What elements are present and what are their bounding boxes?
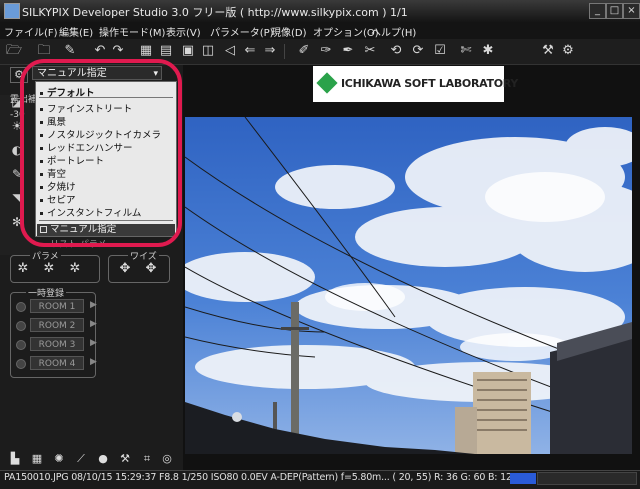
rotate-left-icon[interactable]: ⟲ bbox=[388, 43, 404, 59]
play-icon[interactable]: ▶ bbox=[90, 357, 97, 367]
app-icon bbox=[4, 3, 20, 19]
bottom-toolbar: ▙ ▦ ✺ ⟋ ● ⚒ ⌗ ◎ bbox=[0, 448, 183, 470]
view-strip-icon[interactable]: ▤ bbox=[158, 43, 174, 59]
brush-icon[interactable]: ✒ bbox=[340, 43, 356, 59]
menu-develop[interactable]: 現像(D) bbox=[271, 24, 307, 39]
room-button[interactable]: ROOM 2 bbox=[30, 318, 84, 332]
play-icon[interactable]: ▶ bbox=[90, 338, 97, 348]
folder-list-icon[interactable]: 🗀 bbox=[36, 43, 52, 59]
menu-params[interactable]: パラメータ(P) bbox=[210, 24, 274, 39]
wb-dropper-icon[interactable]: ✑ bbox=[318, 43, 334, 59]
prev-icon[interactable]: ◁ bbox=[222, 43, 238, 59]
dropper-icon[interactable]: ✐ bbox=[296, 43, 312, 59]
view-single-icon[interactable]: ▣ bbox=[180, 43, 196, 59]
toolbar-divider bbox=[284, 44, 285, 59]
param-apply-icon[interactable]: ✲ bbox=[12, 260, 34, 278]
color-swatch bbox=[510, 473, 536, 484]
histogram-icon[interactable]: ▙ bbox=[8, 452, 22, 466]
crop-icon[interactable]: ⌗ bbox=[140, 452, 154, 466]
logo-banner: ICHIKAWA SOFT LABORATORY bbox=[313, 66, 518, 102]
curve-icon[interactable]: ⟋ bbox=[74, 452, 88, 466]
logo-mark-icon bbox=[316, 72, 338, 94]
menu-mode[interactable]: 操作モード(M) bbox=[99, 24, 165, 39]
annotation-highlight bbox=[20, 59, 182, 247]
fix-icon[interactable]: ⚒ bbox=[118, 452, 132, 466]
view-dual-icon[interactable]: ◫ bbox=[200, 43, 216, 59]
settings-icon[interactable]: ✱ bbox=[480, 43, 496, 59]
rotate-right-icon[interactable]: ⟳ bbox=[410, 43, 426, 59]
play-icon[interactable]: ▶ bbox=[90, 300, 97, 310]
maximize-button[interactable]: □ bbox=[606, 3, 623, 19]
lens-correct-icon[interactable]: ◎ bbox=[160, 452, 174, 466]
room-indicator bbox=[16, 340, 26, 350]
redo-icon[interactable]: ↷ bbox=[110, 43, 126, 59]
room-button[interactable]: ROOM 1 bbox=[30, 299, 84, 313]
room-indicator bbox=[16, 302, 26, 312]
menu-view[interactable]: 表示(V) bbox=[166, 24, 201, 39]
menu-edit[interactable]: 編集(E) bbox=[59, 24, 93, 39]
temp-register-label: 一時登録 bbox=[26, 286, 67, 299]
room-indicator bbox=[16, 321, 26, 331]
pen-icon[interactable]: ✎ bbox=[62, 43, 78, 59]
minimize-button[interactable]: _ bbox=[589, 3, 606, 19]
sphere-icon[interactable]: ● bbox=[96, 452, 110, 466]
exif-icon[interactable]: ▦ bbox=[30, 452, 44, 466]
crop-tool-icon[interactable]: ✂ bbox=[362, 43, 378, 59]
undo-icon[interactable]: ↶ bbox=[92, 43, 108, 59]
room-button[interactable]: ROOM 4 bbox=[30, 356, 84, 370]
view-grid-icon[interactable]: ▦ bbox=[138, 43, 154, 59]
sun-icon[interactable]: ✺ bbox=[52, 452, 66, 466]
tweak-remove-icon[interactable]: ✥ bbox=[140, 260, 162, 278]
gear-icon[interactable]: ⚙ bbox=[560, 43, 576, 59]
photo-preview[interactable] bbox=[185, 117, 632, 454]
forward-icon[interactable]: ⇒ bbox=[262, 43, 278, 59]
check-icon[interactable]: ☑ bbox=[432, 43, 448, 59]
param-copy-icon[interactable]: ✲ bbox=[38, 260, 60, 278]
progress-area bbox=[537, 472, 637, 485]
play-icon[interactable]: ▶ bbox=[90, 319, 97, 329]
room-button[interactable]: ROOM 3 bbox=[30, 337, 84, 351]
tweak-add-icon[interactable]: ✥ bbox=[114, 260, 136, 278]
status-text: PA150010.JPG 08/10/15 15:29:37 F8.8 1/25… bbox=[4, 472, 518, 483]
menu-bar: ファイル(F) 編集(E) 操作モード(M) 表示(V) パラメータ(P) 現像… bbox=[0, 22, 640, 39]
menu-help[interactable]: ヘルプ(H) bbox=[371, 24, 416, 39]
open-folder-icon[interactable]: 🗁 bbox=[6, 43, 22, 59]
menu-options[interactable]: オプション(O) bbox=[313, 24, 379, 39]
develop-icon[interactable]: ⚒ bbox=[540, 43, 556, 59]
room-indicator bbox=[16, 359, 26, 369]
back-icon[interactable]: ⇐ bbox=[242, 43, 258, 59]
close-button[interactable]: × bbox=[623, 3, 640, 19]
param-paste-icon[interactable]: ✲ bbox=[64, 260, 86, 278]
menu-file[interactable]: ファイル(F) bbox=[4, 24, 58, 39]
window-title: SILKYPIX Developer Studio 3.0 フリー版 ( htt… bbox=[22, 6, 408, 19]
cut-icon[interactable]: ✄ bbox=[458, 43, 474, 59]
logo-text: ICHIKAWA SOFT LABORATORY bbox=[341, 77, 518, 90]
